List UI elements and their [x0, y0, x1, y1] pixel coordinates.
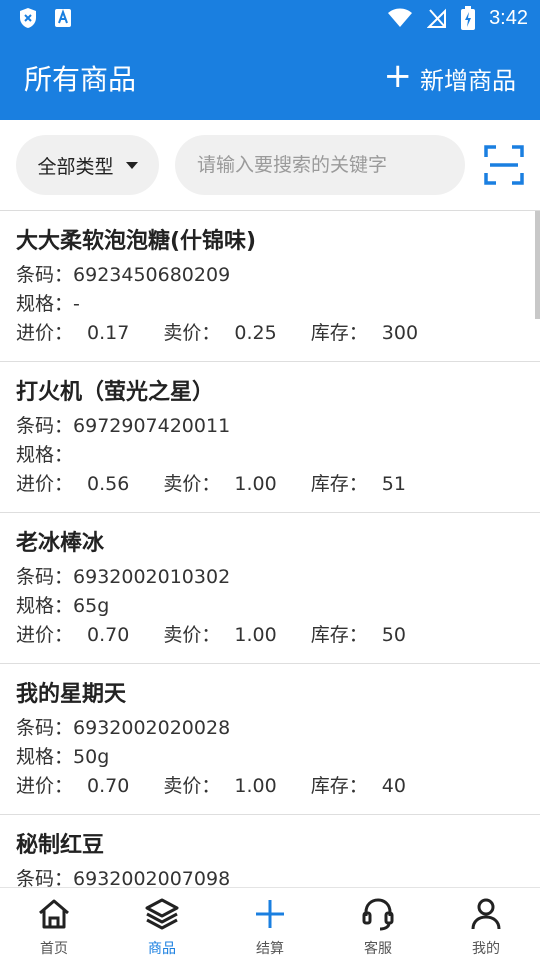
page-title: 所有商品: [24, 63, 137, 96]
no-sim-icon: [427, 8, 447, 28]
barcode-label: 条码：: [16, 415, 74, 437]
nav-products-label: 商品: [148, 941, 176, 957]
nav-products[interactable]: 商品: [108, 888, 216, 960]
price-value: 1.00: [234, 775, 277, 797]
user-icon: [471, 898, 501, 930]
stock-label: 库存：: [310, 624, 368, 646]
price-label: 卖价：: [163, 624, 221, 646]
price-label: 卖价：: [163, 322, 221, 344]
nav-service-label: 客服: [364, 941, 392, 957]
cost-label: 进价：: [16, 775, 74, 797]
price-value: 1.00: [234, 473, 277, 495]
shield-x-icon: [20, 8, 36, 28]
spec-label: 规格：: [16, 293, 74, 315]
nav-home-label: 首页: [40, 941, 68, 957]
price-label: 卖价：: [163, 775, 221, 797]
barcode-value: 6923450680209: [73, 264, 231, 286]
price-value: 1.00: [234, 624, 277, 646]
nav-me[interactable]: 我的: [432, 888, 540, 960]
stock-value: 50: [381, 624, 406, 646]
search-input[interactable]: [197, 154, 443, 176]
nav-home[interactable]: 首页: [0, 888, 108, 960]
product-name: 老冰棒冰: [16, 531, 105, 556]
price-label: 卖价：: [163, 473, 221, 495]
list-item[interactable]: 我的星期天 条码：6932002020028 规格：50g 进价： 0.70 卖价…: [0, 664, 540, 815]
spec-value: 65g: [73, 595, 110, 617]
nav-me-label: 我的: [472, 941, 500, 957]
list-item[interactable]: 老冰棒冰 条码：6932002010302 规格：65g 进价： 0.70 卖价：…: [0, 513, 540, 664]
filter-bar: 全部类型: [0, 120, 540, 210]
cost-value: 0.70: [87, 775, 130, 797]
list-item[interactable]: 秘制红豆 条码：6932002007098: [0, 815, 540, 887]
spec-value: -: [73, 293, 80, 315]
barcode-label: 条码：: [16, 868, 74, 887]
stock-label: 库存：: [310, 473, 368, 495]
cost-value: 0.17: [87, 322, 130, 344]
product-name: 大大柔软泡泡糖(什锦味): [16, 229, 257, 254]
product-name: 打火机（萤光之星）: [16, 380, 215, 405]
product-name: 我的星期天: [16, 682, 127, 707]
stock-value: 300: [381, 322, 419, 344]
barcode-value: 6932002010302: [73, 566, 231, 588]
add-product-button[interactable]: + 新增商品: [383, 56, 517, 96]
scrollbar[interactable]: [535, 211, 540, 319]
bottom-nav: 首页 商品 结算 客服 我的: [0, 887, 540, 960]
stock-value: 51: [381, 473, 406, 495]
list-item[interactable]: 大大柔软泡泡糖(什锦味) 条码：6923450680209 规格：- 进价： 0.…: [0, 211, 540, 362]
caret-down-icon: [125, 161, 138, 169]
cost-label: 进价：: [16, 624, 74, 646]
spec-label: 规格：: [16, 595, 74, 617]
price-value: 0.25: [234, 322, 277, 344]
product-name: 秘制红豆: [16, 833, 105, 858]
nav-checkout[interactable]: 结算: [216, 888, 324, 960]
plus-icon: [256, 900, 284, 928]
list-item[interactable]: 打火机（萤光之星） 条码：6972907420011 规格： 进价： 0.56 卖…: [0, 362, 540, 513]
clock: 3:42: [489, 6, 528, 29]
nav-service[interactable]: 客服: [324, 888, 432, 960]
spec-label: 规格：: [16, 444, 74, 466]
search-box[interactable]: [175, 135, 465, 195]
barcode-value: 6932002007098: [73, 868, 231, 887]
wifi-icon: [388, 8, 413, 27]
barcode-label: 条码：: [16, 566, 74, 588]
cost-label: 进价：: [16, 322, 74, 344]
layers-icon: [145, 898, 179, 930]
category-dropdown[interactable]: 全部类型: [16, 135, 159, 195]
spec-label: 规格：: [16, 746, 74, 768]
status-bar: 3:42: [0, 0, 540, 36]
plus-icon: +: [383, 56, 413, 96]
stock-label: 库存：: [310, 775, 368, 797]
cost-value: 0.56: [87, 473, 130, 495]
spec-value: 50g: [73, 746, 110, 768]
a-notification-icon: [55, 9, 71, 27]
stock-label: 库存：: [310, 322, 368, 344]
battery-charging-icon: [461, 6, 476, 30]
barcode-value: 6972907420011: [73, 415, 231, 437]
cost-value: 0.70: [87, 624, 130, 646]
product-list[interactable]: 大大柔软泡泡糖(什锦味) 条码：6923450680209 规格：- 进价： 0.…: [0, 211, 540, 887]
headset-icon: [362, 898, 394, 931]
home-icon: [39, 899, 69, 929]
category-dropdown-label: 全部类型: [37, 155, 114, 178]
app-bar: 所有商品 + 新增商品: [0, 36, 540, 120]
stock-value: 40: [381, 775, 406, 797]
barcode-value: 6932002020028: [73, 717, 231, 739]
barcode-label: 条码：: [16, 264, 74, 286]
cost-label: 进价：: [16, 473, 74, 495]
barcode-label: 条码：: [16, 717, 74, 739]
scan-icon[interactable]: [484, 145, 524, 185]
nav-checkout-label: 结算: [256, 941, 284, 957]
add-product-label: 新增商品: [420, 66, 516, 95]
